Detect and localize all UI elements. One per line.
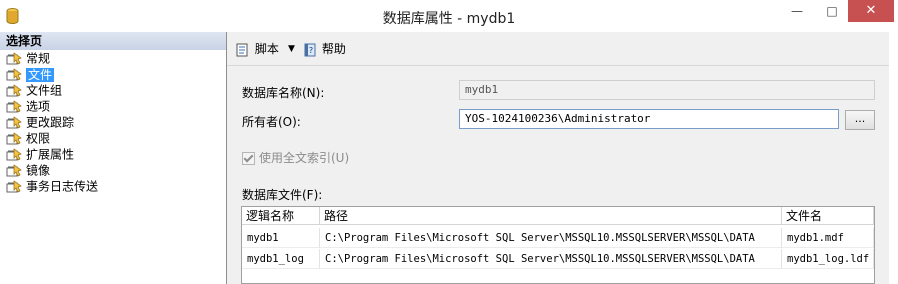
svg-text:?: ? bbox=[309, 46, 313, 55]
script-button[interactable]: 脚本 bbox=[235, 40, 279, 58]
sidebar-item-label: 权限 bbox=[26, 131, 51, 146]
cell-path[interactable]: C:\Program Files\Microsoft SQL Server\MS… bbox=[320, 228, 782, 248]
sidebar-item-label: 事务日志传送 bbox=[26, 179, 99, 194]
maximize-button[interactable]: □ bbox=[815, 0, 849, 22]
title-bar: 数据库属性 - mydb1 — □ ✕ bbox=[0, 0, 898, 32]
page-icon bbox=[6, 83, 22, 98]
database-name-field: mydb1 bbox=[459, 80, 875, 100]
sidebar-item[interactable]: 文件组 bbox=[0, 82, 226, 98]
sidebar-item-label: 扩展属性 bbox=[26, 147, 75, 162]
page-icon bbox=[6, 147, 22, 162]
sidebar-item[interactable]: 更改跟踪 bbox=[0, 114, 226, 130]
cell-file-name[interactable]: mydb1_log.ldf bbox=[782, 249, 874, 269]
cell-logical-name[interactable]: mydb1_log bbox=[242, 249, 320, 269]
sidebar-item-label: 文件 bbox=[26, 67, 55, 82]
window-edge bbox=[889, 32, 898, 284]
owner-field[interactable]: YOS-1024100236\Administrator bbox=[459, 109, 839, 129]
script-label: 脚本 bbox=[254, 42, 279, 56]
script-icon bbox=[236, 43, 248, 56]
toolbar: 脚本 ▼ ? 帮助 bbox=[227, 32, 889, 66]
page-list: 常规 文件 文件组 选项 更改跟踪 权限 扩展属性 镜像 事务日志传送 bbox=[0, 50, 226, 194]
sidebar-item[interactable]: 扩展属性 bbox=[0, 146, 226, 162]
cell-path[interactable]: C:\Program Files\Microsoft SQL Server\MS… bbox=[320, 249, 782, 269]
sidebar-item-label: 更改跟踪 bbox=[26, 115, 75, 130]
checkbox-checked-icon bbox=[242, 152, 255, 165]
page-selector-header: 选择页 bbox=[0, 32, 226, 50]
help-button[interactable]: ? 帮助 bbox=[302, 40, 346, 58]
sidebar-item[interactable]: 文件 bbox=[0, 66, 226, 82]
database-files-label: 数据库文件(F): bbox=[242, 188, 323, 202]
fulltext-index-checkbox: 使用全文索引(U) bbox=[242, 149, 349, 166]
sidebar-item-label: 文件组 bbox=[26, 83, 63, 98]
chevron-down-icon[interactable]: ▼ bbox=[288, 40, 295, 58]
browse-owner-button[interactable]: ... bbox=[845, 110, 875, 130]
sidebar-item[interactable]: 权限 bbox=[0, 130, 226, 146]
owner-label: 所有者(O): bbox=[242, 115, 301, 129]
window-title: 数据库属性 - mydb1 bbox=[382, 11, 516, 27]
cell-file-name[interactable]: mydb1.mdf bbox=[782, 228, 874, 248]
sidebar-item[interactable]: 镜像 bbox=[0, 162, 226, 178]
close-button[interactable]: ✕ bbox=[848, 0, 894, 22]
help-label: 帮助 bbox=[321, 42, 346, 56]
column-header-logical-name[interactable]: 逻辑名称 bbox=[242, 207, 320, 225]
help-icon: ? bbox=[304, 43, 316, 56]
sidebar-item[interactable]: 常规 bbox=[0, 50, 226, 66]
fulltext-index-label: 使用全文索引(U) bbox=[259, 151, 350, 165]
page-icon bbox=[6, 179, 22, 194]
page-selector-panel: 选择页 常规 文件 文件组 选项 更改跟踪 权限 扩展属性 镜像 事务日志传送 bbox=[0, 32, 227, 284]
properties-panel: 脚本 ▼ ? 帮助 数据库名称(N): mydb1 所有者(O): YOS-10… bbox=[227, 32, 889, 284]
sidebar-item[interactable]: 事务日志传送 bbox=[0, 178, 226, 194]
page-icon bbox=[6, 163, 22, 178]
column-header-file-name[interactable]: 文件名 bbox=[782, 207, 874, 225]
cell-logical-name[interactable]: mydb1 bbox=[242, 228, 320, 248]
page-icon bbox=[6, 99, 22, 114]
column-header-path[interactable]: 路径 bbox=[320, 207, 782, 225]
sidebar-item-label: 常规 bbox=[26, 51, 51, 66]
page-icon bbox=[6, 115, 22, 130]
page-icon bbox=[6, 67, 22, 82]
minimize-button[interactable]: — bbox=[780, 0, 814, 22]
page-icon bbox=[6, 51, 22, 66]
database-name-label: 数据库名称(N): bbox=[242, 86, 325, 100]
sidebar-item-label: 选项 bbox=[26, 99, 51, 114]
sidebar-item-label: 镜像 bbox=[26, 163, 51, 178]
database-files-grid: 逻辑名称 路径 文件名 mydb1 C:\Program Files\Micro… bbox=[241, 206, 875, 284]
page-icon bbox=[6, 131, 22, 146]
sidebar-item[interactable]: 选项 bbox=[0, 98, 226, 114]
